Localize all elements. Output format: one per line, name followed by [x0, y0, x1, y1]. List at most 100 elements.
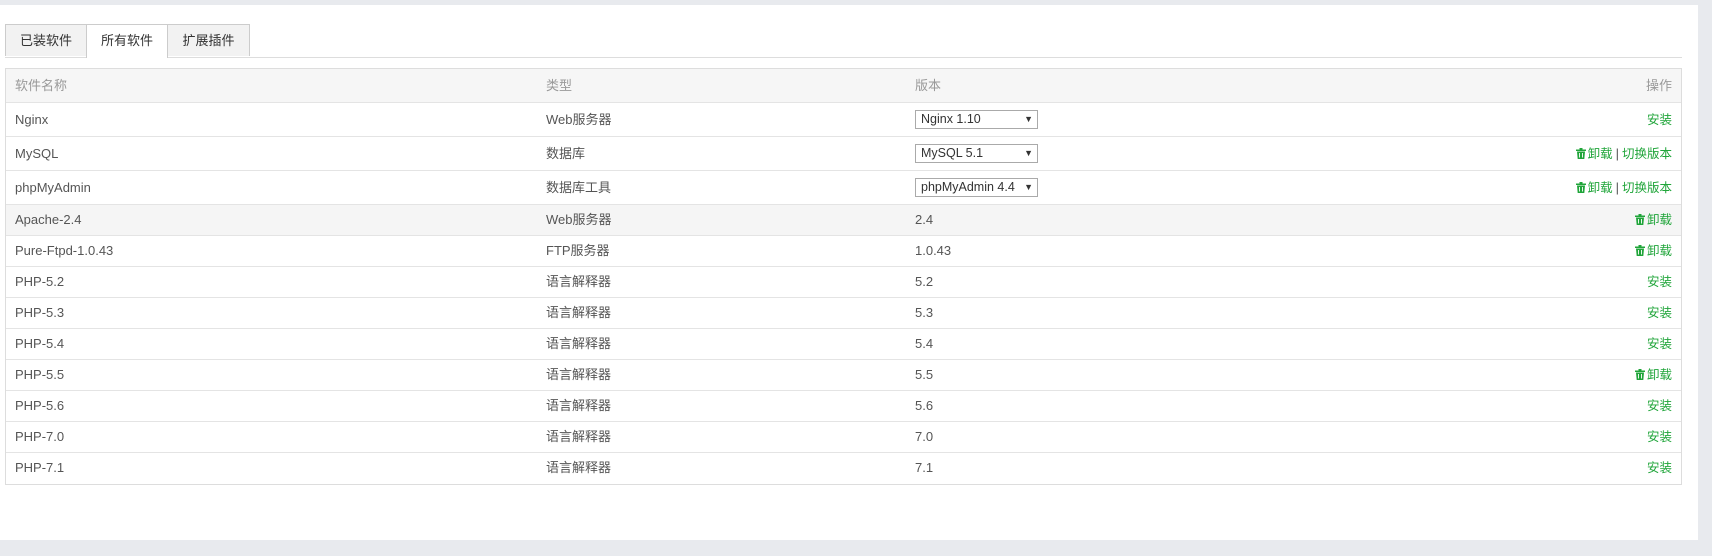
software-version: 2.4	[915, 212, 934, 227]
row-actions: 安装	[1647, 267, 1672, 297]
software-name: Pure-Ftpd-1.0.43	[15, 243, 114, 258]
software-type: FTP服务器	[546, 243, 610, 258]
action-label: 切换版本	[1621, 181, 1672, 195]
column-header-actions: 操作	[1645, 78, 1672, 93]
table-row: PHP-5.4 语言解释器 5.4 安装	[6, 329, 1681, 360]
software-panel: 已装软件 所有软件 扩展插件 软件名称 类型 版本 操作 Nginx Web服务器…	[0, 5, 1698, 540]
table-row: Nginx Web服务器 Nginx 1.10 ▼ 安装	[6, 103, 1681, 137]
row-actions: 卸载 | 切换版本	[1575, 137, 1672, 171]
row-actions: 卸载	[1634, 205, 1672, 235]
uninstall-link[interactable]: 卸载	[1634, 213, 1672, 227]
action-label: 安装	[1646, 113, 1672, 127]
uninstall-link[interactable]: 卸载	[1634, 244, 1672, 258]
row-actions: 卸载	[1634, 236, 1672, 266]
table-row: PHP-5.6 语言解释器 5.6 安装	[6, 391, 1681, 422]
action-label: 卸载	[1587, 181, 1613, 195]
version-select[interactable]: phpMyAdmin 4.4 ▼	[915, 178, 1038, 197]
software-type: 语言解释器	[546, 429, 612, 444]
software-type: 语言解释器	[546, 367, 612, 382]
install-link[interactable]: 安装	[1647, 399, 1672, 413]
action-label: 安装	[1646, 306, 1672, 320]
action-label: 卸载	[1646, 368, 1672, 382]
software-type: Web服务器	[546, 112, 612, 127]
action-label: 切换版本	[1621, 147, 1672, 161]
caret-down-icon: ▼	[1024, 148, 1033, 158]
table-row: phpMyAdmin 数据库工具 phpMyAdmin 4.4 ▼ 卸载 | 切换版本	[6, 171, 1681, 205]
switch-version-link[interactable]: 切换版本	[1622, 181, 1672, 195]
trash-icon	[1634, 369, 1645, 380]
version-select-value: MySQL 5.1	[921, 146, 984, 160]
version-select[interactable]: Nginx 1.10 ▼	[915, 110, 1038, 129]
row-actions: 卸载 | 切换版本	[1575, 171, 1672, 205]
software-name: PHP-5.2	[15, 274, 65, 289]
row-actions: 安装	[1647, 103, 1672, 137]
install-link[interactable]: 安装	[1647, 275, 1672, 289]
action-label: 安装	[1646, 461, 1672, 475]
install-link[interactable]: 安装	[1647, 306, 1672, 320]
software-type: Web服务器	[546, 212, 612, 227]
table-row: Apache-2.4 Web服务器 2.4 卸载	[6, 205, 1681, 236]
software-name: Apache-2.4	[15, 212, 82, 227]
row-actions: 卸载	[1634, 360, 1672, 390]
software-name: MySQL	[15, 146, 59, 161]
tab-installed[interactable]: 已装软件	[5, 24, 87, 56]
column-header-version: 版本	[915, 78, 942, 93]
software-type: 语言解释器	[546, 274, 612, 289]
software-name: PHP-7.0	[15, 429, 65, 444]
row-actions: 安装	[1647, 329, 1672, 359]
software-version: 5.4	[915, 336, 934, 351]
software-version: 5.6	[915, 398, 934, 413]
software-version: 5.5	[915, 367, 934, 382]
uninstall-link[interactable]: 卸载	[1634, 368, 1672, 382]
action-label: 卸载	[1587, 147, 1613, 161]
software-name: phpMyAdmin	[15, 180, 91, 195]
row-actions: 安装	[1647, 298, 1672, 328]
install-link[interactable]: 安装	[1647, 430, 1672, 444]
column-header-name: 软件名称	[15, 78, 68, 93]
install-link[interactable]: 安装	[1647, 337, 1672, 351]
table-row: PHP-5.3 语言解释器 5.3 安装	[6, 298, 1681, 329]
table-row: PHP-5.5 语言解释器 5.5 卸载	[6, 360, 1681, 391]
action-label: 卸载	[1646, 213, 1672, 227]
tab-extensions[interactable]: 扩展插件	[167, 24, 250, 56]
uninstall-link[interactable]: 卸载	[1575, 147, 1613, 161]
switch-version-link[interactable]: 切换版本	[1622, 147, 1672, 161]
table-row: Pure-Ftpd-1.0.43 FTP服务器 1.0.43 卸载	[6, 236, 1681, 267]
software-name: PHP-7.1	[15, 460, 65, 475]
action-separator: |	[1615, 180, 1619, 195]
uninstall-link[interactable]: 卸载	[1575, 181, 1613, 195]
software-type: 数据库工具	[546, 180, 612, 195]
table-row: MySQL 数据库 MySQL 5.1 ▼ 卸载 | 切换版本	[6, 137, 1681, 171]
action-label: 卸载	[1646, 244, 1672, 258]
tab-all-software[interactable]: 所有软件	[86, 24, 168, 58]
row-actions: 安装	[1647, 391, 1672, 421]
trash-icon	[1575, 182, 1586, 193]
software-name: PHP-5.3	[15, 305, 65, 320]
software-version: 7.0	[915, 429, 934, 444]
action-label: 安装	[1646, 275, 1672, 289]
software-type: 语言解释器	[546, 336, 612, 351]
install-link[interactable]: 安装	[1647, 461, 1672, 475]
table-row: PHP-7.1 语言解释器 7.1 安装	[6, 453, 1681, 484]
trash-icon	[1575, 148, 1586, 159]
action-label: 安装	[1646, 430, 1672, 444]
row-actions: 安装	[1647, 453, 1672, 483]
tab-bar: 已装软件 所有软件 扩展插件	[5, 24, 1682, 58]
trash-icon	[1634, 214, 1645, 225]
table-header: 软件名称 类型 版本 操作	[6, 69, 1681, 103]
software-table: 软件名称 类型 版本 操作 Nginx Web服务器 Nginx 1.10 ▼ 安装 My…	[5, 68, 1682, 485]
trash-icon	[1634, 245, 1645, 256]
version-select-value: Nginx 1.10	[921, 112, 981, 126]
software-version: 5.2	[915, 274, 934, 289]
version-select-value: phpMyAdmin 4.4	[921, 180, 1015, 194]
software-name: PHP-5.6	[15, 398, 65, 413]
version-select[interactable]: MySQL 5.1 ▼	[915, 144, 1038, 163]
install-link[interactable]: 安装	[1647, 113, 1672, 127]
column-header-type: 类型	[546, 78, 573, 93]
table-row: PHP-7.0 语言解释器 7.0 安装	[6, 422, 1681, 453]
software-type: 语言解释器	[546, 460, 612, 475]
software-name: PHP-5.5	[15, 367, 65, 382]
action-separator: |	[1615, 146, 1619, 161]
software-type: 语言解释器	[546, 305, 612, 320]
software-version: 1.0.43	[915, 243, 952, 258]
